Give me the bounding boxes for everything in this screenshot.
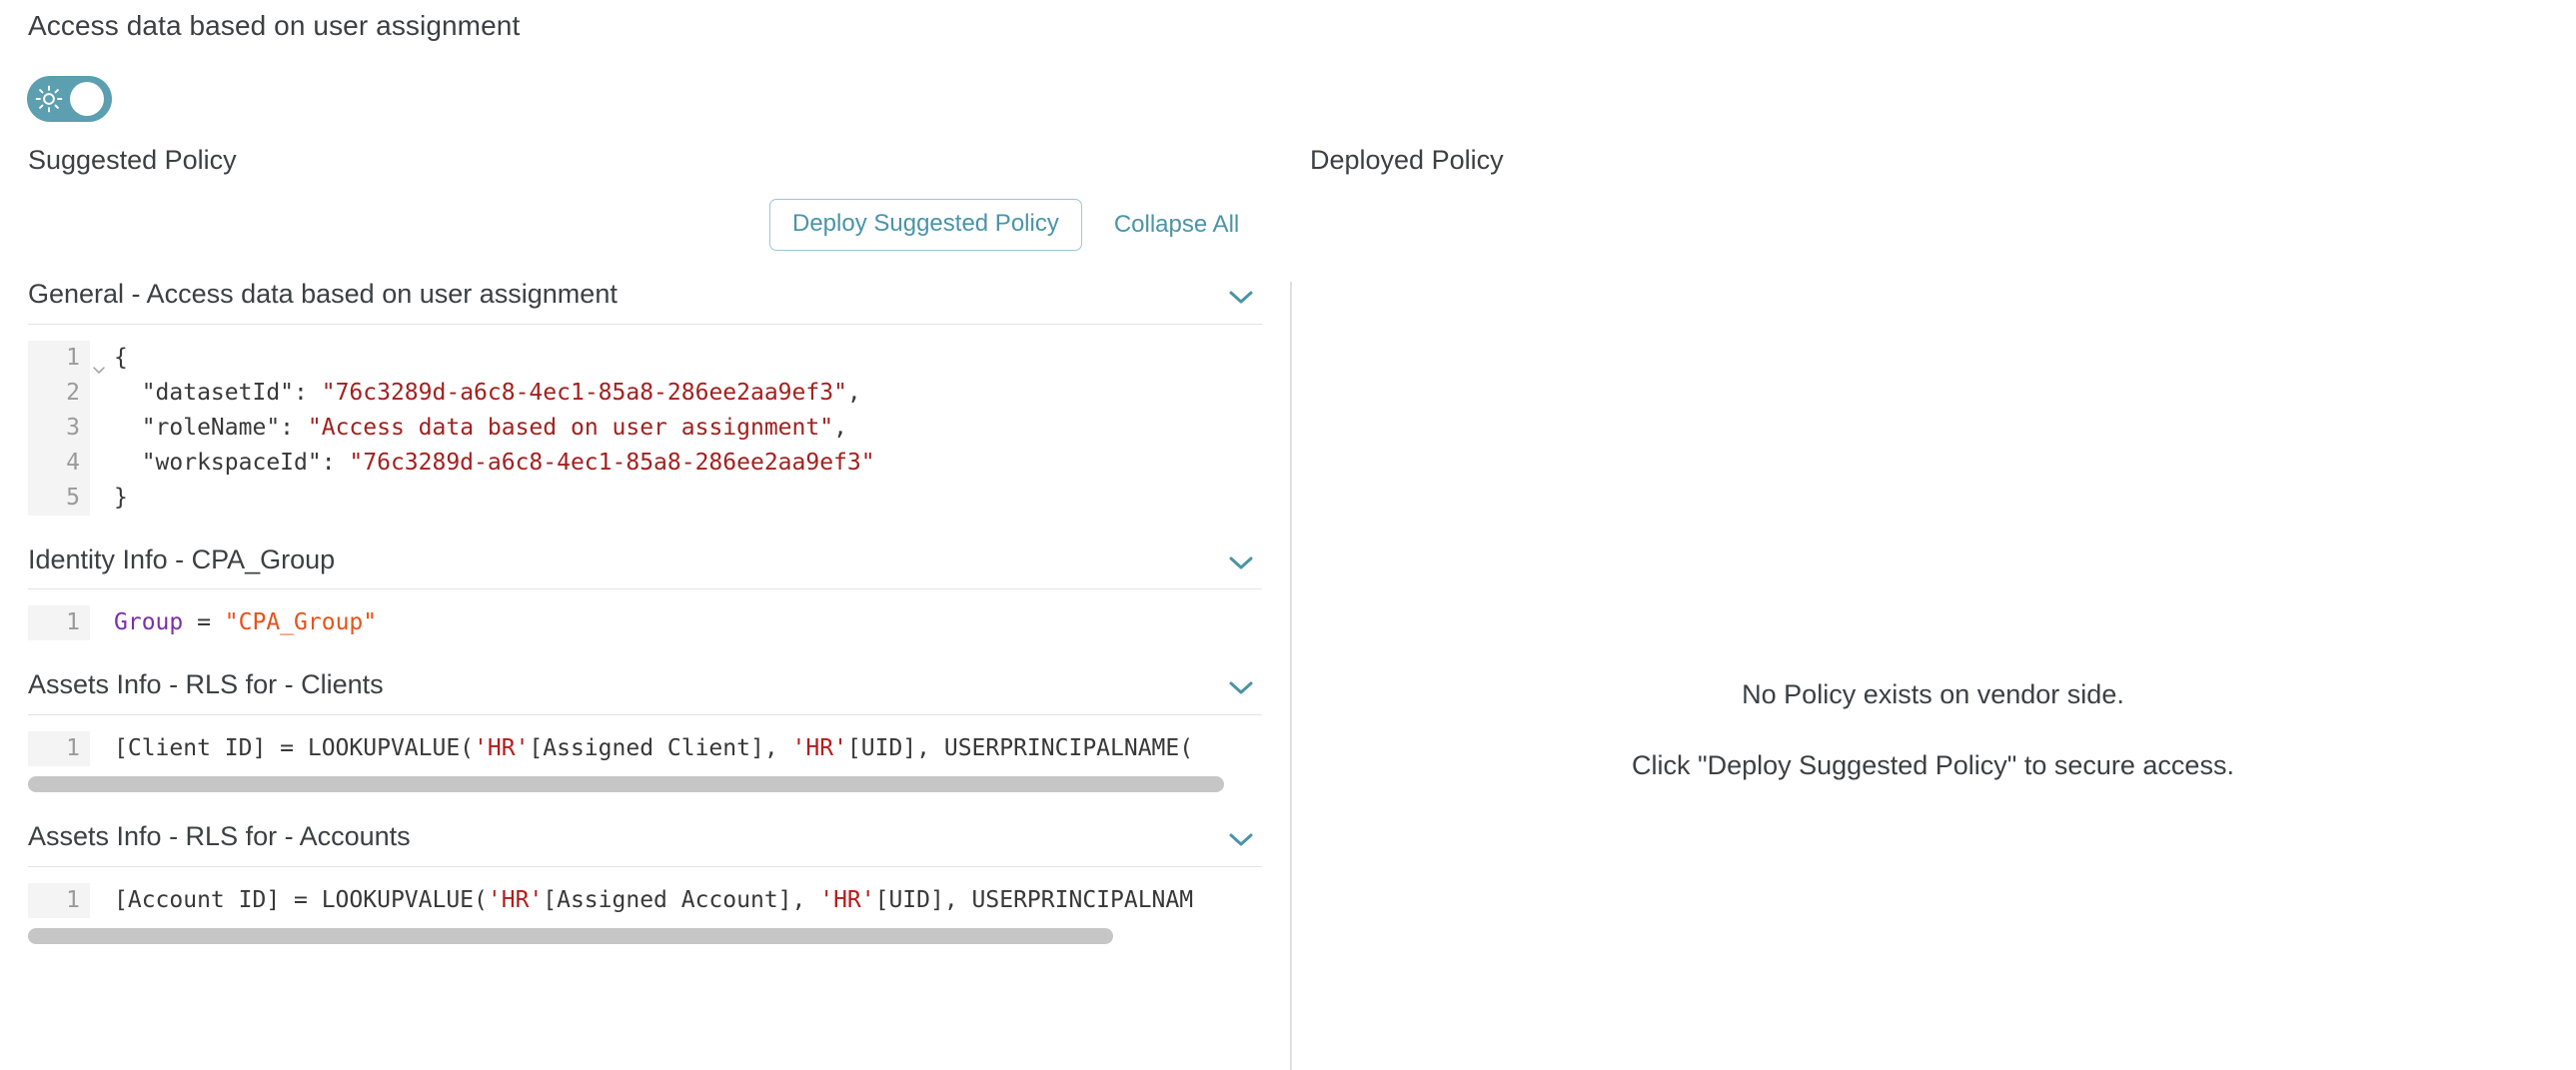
- chevron-down-icon[interactable]: [1226, 288, 1256, 306]
- code-line: 5}: [28, 480, 1261, 516]
- horizontal-scrollbar[interactable]: [28, 927, 1261, 944]
- line-number: 5: [28, 480, 90, 516]
- line-number: 4: [28, 445, 90, 481]
- code-line: 4 "workspaceId": "76c3289d-a6c8-4ec1-85a…: [28, 445, 1261, 481]
- suggested-policy-pane: General - Access data based on user assi…: [0, 280, 1290, 1070]
- code-text: }: [114, 484, 128, 511]
- code-text: "datasetId": "76c3289d-a6c8-4ec1-85a8-28…: [114, 379, 861, 406]
- code-text: "workspaceId": "76c3289d-a6c8-4ec1-85a8-…: [114, 449, 875, 476]
- code-block[interactable]: 1{2 "datasetId": "76c3289d-a6c8-4ec1-85a…: [28, 340, 1261, 516]
- line-number: 1: [28, 340, 105, 376]
- chevron-down-icon[interactable]: [1226, 553, 1256, 571]
- code-text: [Account ID] = LOOKUPVALUE('HR'[Assigned…: [114, 886, 1194, 913]
- sun-icon: [35, 85, 63, 113]
- policy-section: Assets Info - RLS for - Accounts 1 [Accoun…: [0, 821, 1290, 944]
- policy-section-title: Identity Info - CPA_Group: [28, 543, 336, 574]
- suggested-policy-heading: Suggested Policy: [28, 145, 237, 175]
- empty-state-line-1: No Policy exists on vendor side.: [1742, 679, 2124, 709]
- line-number: 2: [28, 375, 90, 411]
- chevron-down-icon[interactable]: [1226, 830, 1256, 848]
- toggle-knob: [70, 82, 104, 116]
- collapse-all-button[interactable]: Collapse All: [1100, 199, 1253, 251]
- policy-section-title: Assets Info - RLS for - Clients: [28, 669, 384, 700]
- code-text: "roleName": "Access data based on user a…: [114, 414, 847, 441]
- fold-chevron-icon[interactable]: [92, 351, 106, 374]
- scrollbar-thumb[interactable]: [28, 776, 1224, 793]
- policy-section: Assets Info - RLS for - Clients 1 [Client …: [0, 669, 1290, 793]
- scrollbar-thumb[interactable]: [28, 927, 1113, 944]
- policy-section-header[interactable]: Assets Info - RLS for - Clients: [28, 669, 1262, 716]
- code-line: 3 "roleName": "Access data based on user…: [28, 410, 1261, 446]
- code-line: 2 "datasetId": "76c3289d-a6c8-4ec1-85a8-…: [28, 375, 1261, 411]
- policy-section-header[interactable]: Assets Info - RLS for - Accounts: [28, 821, 1262, 867]
- chevron-down-icon[interactable]: [1226, 678, 1256, 696]
- policy-actions-bar: Deploy Suggested Policy Collapse All: [769, 199, 1253, 251]
- policy-section-header[interactable]: General - Access data based on user assi…: [28, 280, 1262, 325]
- deployed-policy-empty-state: No Policy exists on vendor side. Click "…: [1290, 679, 2576, 781]
- page-title: Access data based on user assignment: [28, 10, 521, 41]
- line-number: 1: [28, 731, 90, 767]
- code-line: 1{: [28, 340, 1261, 376]
- horizontal-scrollbar[interactable]: [28, 776, 1261, 793]
- deploy-suggested-policy-button[interactable]: Deploy Suggested Policy: [769, 199, 1082, 251]
- line-number: 1: [28, 882, 90, 918]
- code-block[interactable]: 1 Group = "CPA_Group": [28, 605, 1261, 641]
- code-line: 1 Group = "CPA_Group": [28, 605, 1261, 641]
- empty-state-line-2: Click "Deploy Suggested Policy" to secur…: [1632, 750, 2234, 780]
- code-block[interactable]: 1 [Account ID] = LOOKUPVALUE('HR'[Assigne…: [28, 882, 1261, 918]
- pane-divider: [1290, 282, 1292, 1070]
- code-line: 1 [Client ID] = LOOKUPVALUE('HR'[Assigned…: [28, 731, 1261, 767]
- code-text: [Client ID] = LOOKUPVALUE('HR'[Assigned …: [114, 735, 1194, 762]
- deployed-policy-heading: Deployed Policy: [1310, 145, 1504, 175]
- code-block[interactable]: 1 [Client ID] = LOOKUPVALUE('HR'[Assigned…: [28, 731, 1261, 767]
- theme-toggle[interactable]: [27, 76, 112, 122]
- policy-section-title: Assets Info - RLS for - Accounts: [28, 821, 411, 852]
- code-line: 1 [Account ID] = LOOKUPVALUE('HR'[Assigne…: [28, 882, 1261, 918]
- policy-comparison-page: Access data based on user assignment Sug…: [0, 0, 2576, 1070]
- code-text: Group = "CPA_Group": [114, 609, 378, 636]
- line-number: 1: [28, 605, 90, 641]
- policy-section-header[interactable]: Identity Info - CPA_Group: [28, 543, 1262, 590]
- policy-section: General - Access data based on user assi…: [0, 280, 1290, 516]
- policy-section: Identity Info - CPA_Group 1 Group = "CPA_G…: [0, 543, 1290, 641]
- line-number: 3: [28, 410, 90, 446]
- policy-section-title: General - Access data based on user assi…: [28, 280, 618, 309]
